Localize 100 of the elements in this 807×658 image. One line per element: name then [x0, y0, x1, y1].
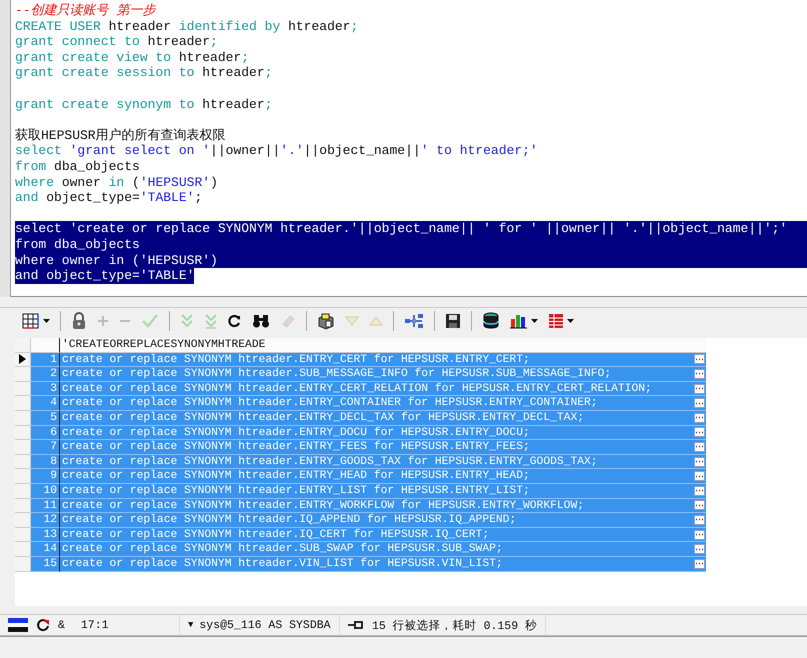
- current-row-arrow-icon: [19, 354, 26, 364]
- table-cell: create or replace SYNONYM htreader.ENTRY_HEAD for HEPSUSR.ENTRY_HEAD;: [60, 469, 692, 484]
- table-cell: create or replace SYNONYM htreader.ENTRY_DOCU for HEPSUSR.ENTRY_DOCU;: [60, 426, 692, 440]
- ellipsis-button[interactable]: [694, 514, 704, 525]
- ellipsis-button[interactable]: [694, 442, 704, 452]
- row-indicator-cell[interactable]: [15, 440, 31, 455]
- code-line: grant connect to htreader;: [15, 34, 218, 50]
- row-indicator-cell[interactable]: [15, 410, 31, 426]
- code-line: CREATE USER htreader identified by htreader;: [15, 18, 358, 34]
- ellipsis-button[interactable]: [694, 398, 704, 408]
- ellipsis-button[interactable]: [694, 456, 704, 467]
- code-line: grant create session to htreader;: [15, 65, 272, 81]
- row-indicator-cell[interactable]: [15, 542, 31, 557]
- checkmark-icon: [141, 313, 159, 329]
- code-line: select 'grant select on '||owner||'.'||object_name||' to htreader;': [15, 143, 538, 159]
- binoculars-icon: [252, 313, 270, 329]
- row-number[interactable]: 8: [31, 454, 60, 470]
- color-stripes-icon: [8, 618, 28, 632]
- grid-icon: [22, 312, 40, 330]
- code-line: grant create view to htreader;: [15, 50, 250, 66]
- database-icon: [482, 312, 500, 330]
- double-down-arrow-icon: [204, 313, 218, 329]
- ellipsis-button[interactable]: [694, 354, 704, 364]
- row-indicator-cell[interactable]: [15, 367, 31, 382]
- package-icon: [317, 312, 335, 330]
- status-message: 15 行被选择，耗时 0.159 秒: [372, 618, 538, 632]
- row-number[interactable]: 9: [31, 469, 60, 484]
- table-icon: [548, 313, 564, 329]
- triangle-down-icon: [345, 316, 359, 326]
- table-cell: create or replace SYNONYM htreader.IQ_APPEND for HEPSUSR.IQ_APPEND;: [60, 513, 692, 528]
- ellipsis-button[interactable]: [694, 412, 704, 423]
- minus-icon: [119, 319, 131, 323]
- ellipsis-button[interactable]: [694, 384, 704, 394]
- table-cell: create or replace SYNONYM htreader.ENTRY_LIST for HEPSUSR.ENTRY_LIST;: [60, 484, 692, 499]
- row-number[interactable]: 3: [31, 382, 60, 396]
- row-number[interactable]: 7: [31, 440, 60, 455]
- row-number[interactable]: 2: [31, 367, 60, 382]
- row-number[interactable]: 10: [31, 484, 60, 499]
- code-line: --创建只读账号 第一步: [15, 3, 156, 19]
- code-line: and object_type='TABLE';: [15, 190, 202, 206]
- table-cell: create or replace SYNONYM htreader.ENTRY_FEES for HEPSUSR.ENTRY_FEES;: [60, 440, 692, 455]
- table-cell: create or replace SYNONYM htreader.ENTRY_CERT_RELATION for HEPSUSR.ENTRY_CERT_RELATION;: [60, 382, 692, 396]
- ellipsis-button[interactable]: [694, 530, 704, 540]
- cursor-position: 17:1: [80, 618, 109, 632]
- row-number[interactable]: 15: [31, 556, 60, 572]
- ellipsis-button[interactable]: [694, 486, 704, 496]
- row-indicator-cell[interactable]: [15, 513, 31, 528]
- table-cell: create or replace SYNONYM htreader.VIN_LIST for HEPSUSR.VIN_LIST;: [60, 556, 692, 572]
- row-indicator-cell[interactable]: [15, 498, 31, 514]
- row-number[interactable]: 12: [31, 513, 60, 528]
- refresh-icon: [228, 314, 242, 328]
- row-indicator-cell[interactable]: [15, 352, 31, 368]
- ellipsis-button[interactable]: [694, 500, 704, 510]
- double-down-arrow-icon: [180, 313, 194, 329]
- ellipsis-button[interactable]: [694, 471, 704, 482]
- code-line: from dba_objects: [15, 158, 140, 175]
- plus-icon: [97, 315, 109, 327]
- table-cell: create or replace SYNONYM htreader.ENTRY_DECL_TAX for HEPSUSR.ENTRY_DECL_TAX;: [60, 410, 692, 426]
- sql-editor[interactable]: [11, 0, 807, 297]
- row-indicator-cell[interactable]: [15, 484, 31, 499]
- ellipsis-button[interactable]: [694, 427, 704, 438]
- header-cell: [15, 338, 31, 353]
- row-indicator-cell[interactable]: [15, 382, 31, 396]
- row-number[interactable]: 6: [31, 426, 60, 440]
- row-number[interactable]: 4: [31, 396, 60, 411]
- row-number[interactable]: 13: [31, 528, 60, 542]
- row-number[interactable]: 1: [31, 352, 60, 368]
- bar-chart-icon: [510, 313, 528, 329]
- ellipsis-button[interactable]: [694, 544, 704, 554]
- table-cell: create or replace SYNONYM htreader.ENTRY_GOODS_TAX for HEPSUSR.ENTRY_GOODS_TAX;: [60, 454, 692, 470]
- column-header[interactable]: 'CREATEORREPLACESYNONYMHTREADE: [60, 338, 692, 353]
- triangle-up-icon: [369, 316, 383, 326]
- table-cell: create or replace SYNONYM htreader.ENTRY_CERT for HEPSUSR.ENTRY_CERT;: [60, 352, 692, 368]
- ellipsis-button[interactable]: [694, 368, 704, 379]
- dropdown-caret[interactable]: ▼: [188, 620, 194, 630]
- network-icon: [404, 312, 424, 330]
- eraser-icon: [280, 313, 296, 329]
- row-number[interactable]: 14: [31, 542, 60, 557]
- caret-icon: [567, 319, 574, 323]
- row-indicator-cell[interactable]: [15, 556, 31, 572]
- row-indicator-cell[interactable]: [15, 469, 31, 484]
- refresh-icon: [36, 618, 50, 632]
- table-cell: create or replace SYNONYM htreader.IQ_CERT for HEPSUSR.IQ_CERT;: [60, 528, 692, 542]
- caret-icon: [531, 319, 538, 323]
- row-number[interactable]: 5: [31, 410, 60, 426]
- row-indicator-cell[interactable]: [15, 396, 31, 411]
- header-cell: [31, 338, 60, 353]
- code-line: grant create synonym to htreader;: [15, 96, 272, 112]
- table-cell: create or replace SYNONYM htreader.SUB_MESSAGE_INFO for HEPSUSR.SUB_MESSAGE_INFO;: [60, 367, 692, 382]
- caret-icon: [43, 319, 50, 323]
- table-cell: create or replace SYNONYM htreader.ENTRY_WORKFLOW for HEPSUSR.ENTRY_WORKFLOW;: [60, 498, 692, 514]
- row-indicator-cell[interactable]: [15, 528, 31, 542]
- row-number[interactable]: 11: [31, 498, 60, 514]
- ellipsis-button[interactable]: [694, 558, 704, 569]
- pin-icon: [348, 620, 364, 630]
- row-indicator-cell[interactable]: [15, 426, 31, 440]
- table-cell: create or replace SYNONYM htreader.ENTRY_CONTAINER for HEPSUSR.ENTRY_CONTAINER;: [60, 396, 692, 411]
- code-line: 获取HEPSUSR用户的所有查询表权限: [15, 128, 226, 144]
- row-indicator-cell[interactable]: [15, 454, 31, 470]
- connection-label: sys@5_116 AS SYSDBA: [199, 618, 331, 632]
